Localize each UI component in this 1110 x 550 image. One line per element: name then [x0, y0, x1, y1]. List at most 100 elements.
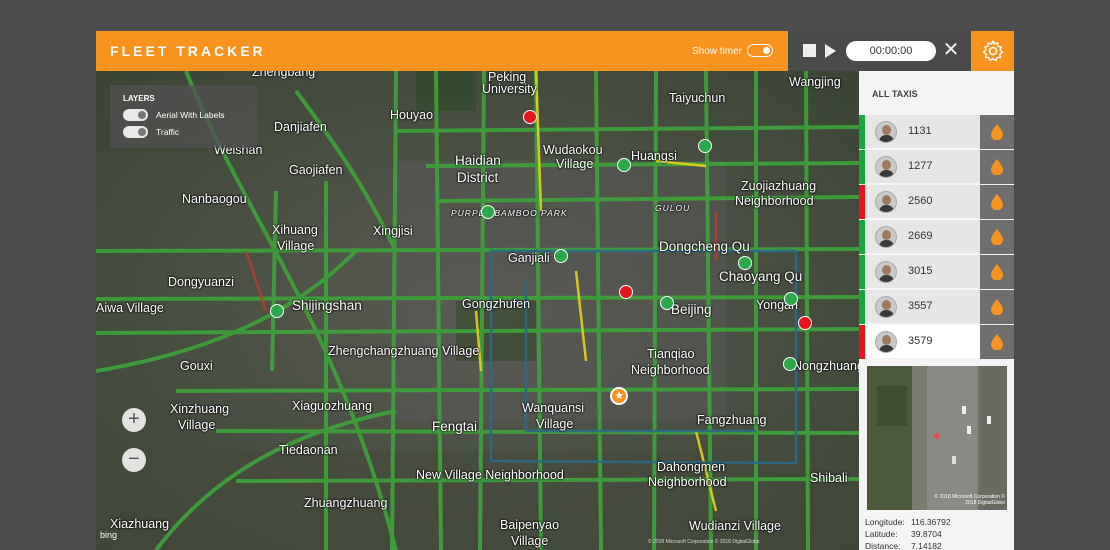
map-label: University: [482, 82, 537, 96]
taxi-marker[interactable]: [783, 357, 797, 371]
map-label: Zhengchangzhuang Village: [328, 344, 480, 358]
map-label: Xinzhuang: [170, 402, 230, 416]
aerial-toggle[interactable]: [123, 109, 148, 121]
map-label: Dongcheng Qu: [659, 239, 750, 254]
settings-button[interactable]: [971, 31, 1014, 71]
taxi-row[interactable]: 3557: [859, 290, 1014, 324]
droplet-icon: [991, 229, 1003, 245]
map-label: Chaoyang Qu: [719, 269, 803, 284]
map-label: Xiazhuang: [110, 517, 170, 531]
taxi-id: 2560: [908, 195, 933, 207]
playback-controls: 00:00:00 ✕: [788, 31, 971, 71]
map-label: Nanbaogou: [182, 192, 247, 206]
preview-copyright: © 2018 Microsoft Corporation © 2018 Digi…: [934, 494, 1005, 506]
map-label: Village: [277, 239, 315, 253]
taxi-marker[interactable]: [554, 249, 568, 263]
droplet-icon: [991, 194, 1003, 210]
map-label: Zhuangzhuang: [304, 496, 388, 510]
map-label: Tiedaonan: [279, 443, 338, 457]
driver-avatar: [875, 261, 897, 283]
taxi-marker[interactable]: [738, 256, 752, 270]
locate-taxi-button[interactable]: [980, 185, 1014, 219]
driver-avatar: [875, 121, 897, 143]
all-taxis-title: ALL TAXIS: [872, 89, 918, 99]
taxi-row[interactable]: 2560: [859, 185, 1014, 219]
droplet-icon: [991, 299, 1003, 315]
info-distance: Distance: 7.14182: [865, 541, 942, 550]
map-label: Tianqiao: [647, 347, 695, 361]
map-label: Beijing: [671, 302, 712, 317]
taxi-row[interactable]: 1131: [859, 115, 1014, 149]
taxi-marker[interactable]: [481, 205, 495, 219]
locate-taxi-button[interactable]: [980, 150, 1014, 184]
taxi-side-panel: ALL TAXIS 1131 1277 2560 2669 3015 3557 3579 ©…: [859, 71, 1014, 550]
aerial-preview-drawing: [867, 366, 1007, 510]
taxi-marker[interactable]: [784, 292, 798, 306]
map-label: Nongzhuang: [793, 359, 859, 373]
show-timer-toggle[interactable]: [747, 44, 773, 57]
map-label: Village: [511, 534, 549, 548]
taxi-marker[interactable]: [270, 304, 284, 318]
map-label: Xihuang: [272, 223, 318, 237]
map-label: Aiwa Village: [96, 301, 164, 315]
layer-label: Aerial With Labels: [156, 110, 225, 120]
map-label: PURPLE BAMBOO PARK: [451, 208, 568, 218]
map-label: Houyao: [390, 108, 434, 122]
star-marker[interactable]: ★: [610, 387, 628, 405]
map-label: Dongyuanzi: [168, 275, 235, 289]
stop-button[interactable]: [803, 44, 816, 57]
map-copyright: © 2018 Microsoft Corporation © 2018 Digi…: [648, 539, 760, 545]
map-label: New Village Neighborhood: [416, 468, 564, 482]
taxi-row[interactable]: 3015: [859, 255, 1014, 289]
zoom-in-button[interactable]: +: [122, 408, 146, 432]
map-label: Fangzhuang: [697, 413, 767, 427]
taxi-id: 3557: [908, 300, 933, 312]
map-label: Taiyuchun: [669, 91, 726, 105]
taxi-marker[interactable]: [523, 110, 537, 124]
droplet-icon: [991, 124, 1003, 140]
taxi-marker[interactable]: [619, 285, 633, 299]
map-label: District: [457, 170, 499, 185]
map-label: Ganjiali: [508, 251, 550, 265]
timer-display: 00:00:00: [846, 41, 936, 61]
location-info: Longitude: 116.36792 Latitude: 39.8704 Dis…: [865, 517, 951, 550]
map-label: Neighborhood: [631, 363, 710, 377]
taxi-marker[interactable]: [617, 158, 631, 172]
locate-taxi-button[interactable]: [980, 220, 1014, 254]
status-indicator: [859, 220, 865, 254]
map-label: Wanquansi: [522, 401, 585, 415]
map-label: Shijingshan: [292, 298, 362, 313]
taxi-marker[interactable]: [660, 296, 674, 310]
map-label: Gouxi: [180, 359, 213, 373]
taxi-marker[interactable]: [698, 139, 712, 153]
status-indicator: [859, 290, 865, 324]
zoom-out-button[interactable]: −: [122, 448, 146, 472]
play-button[interactable]: [825, 44, 836, 58]
layers-panel: LAYERS Aerial With Labels Traffic: [110, 85, 257, 148]
taxi-id: 1277: [908, 160, 933, 172]
locate-taxi-button[interactable]: [980, 325, 1014, 359]
locate-taxi-button[interactable]: [980, 290, 1014, 324]
map-label: Zuojiazhuang: [741, 179, 817, 193]
status-indicator: [859, 185, 865, 219]
taxi-marker[interactable]: [798, 316, 812, 330]
locate-taxi-button[interactable]: [980, 255, 1014, 289]
droplet-icon: [991, 264, 1003, 280]
locate-taxi-button[interactable]: [980, 115, 1014, 149]
close-button[interactable]: ✕: [940, 39, 962, 61]
map-label: Village: [536, 417, 574, 431]
droplet-icon: [991, 159, 1003, 175]
driver-avatar: [875, 331, 897, 353]
map-label: Wudianzi Village: [689, 519, 781, 533]
traffic-toggle[interactable]: [123, 126, 148, 138]
map-label: Neighborhood: [735, 194, 814, 208]
taxi-id: 1131: [908, 125, 932, 137]
taxi-row[interactable]: 3579: [859, 325, 1014, 359]
taxi-row[interactable]: 2669: [859, 220, 1014, 254]
bing-logo: bing: [100, 530, 118, 540]
taxi-row[interactable]: 1277: [859, 150, 1014, 184]
map-view[interactable]: Zhengbang Peking University Taiyuchun Wa…: [96, 71, 859, 550]
status-indicator: [859, 150, 865, 184]
map-label: Shibali: [810, 471, 848, 485]
map-label: GULOU: [655, 203, 691, 213]
